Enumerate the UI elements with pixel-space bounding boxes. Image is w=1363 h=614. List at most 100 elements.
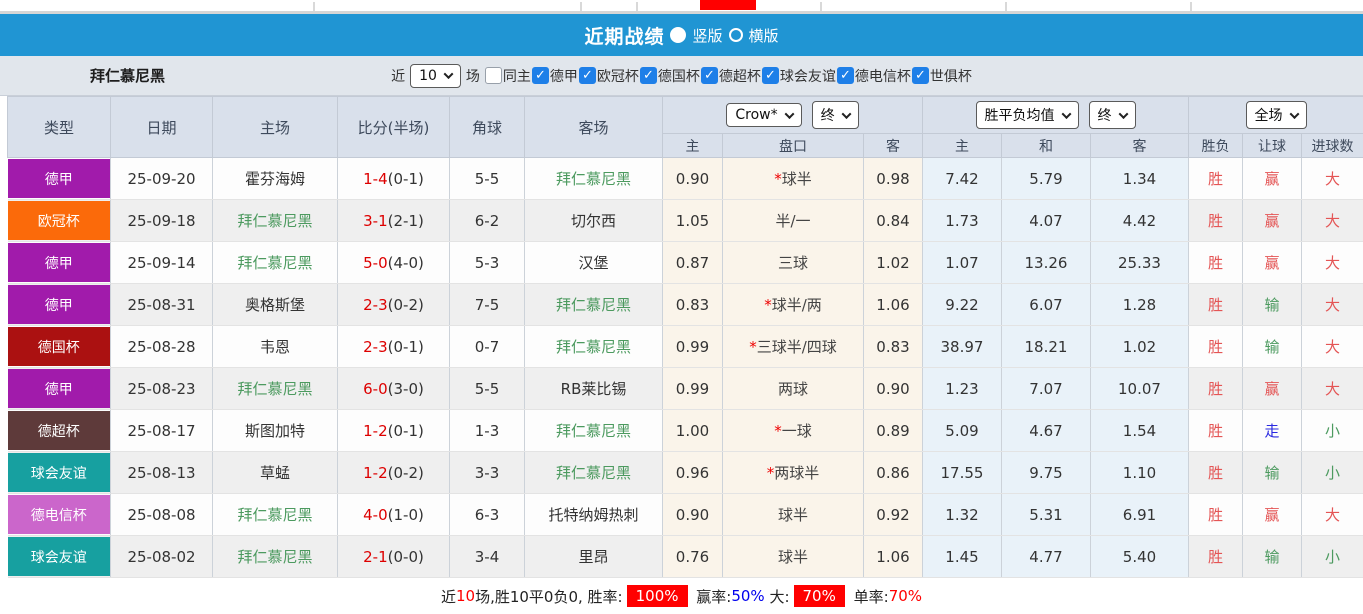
draw-odds: 5.79 bbox=[1002, 158, 1091, 200]
away-team[interactable]: RB莱比锡 bbox=[525, 368, 663, 410]
handicap-away-odds: 0.90 bbox=[864, 368, 923, 410]
checkbox[interactable] bbox=[912, 67, 929, 84]
score-cell: 5-0(4-0) bbox=[338, 242, 450, 284]
home-team[interactable]: 韦恩 bbox=[213, 326, 338, 368]
league-badge[interactable]: 球会友谊 bbox=[8, 537, 111, 576]
league-filter-item: 世俱杯 bbox=[912, 66, 972, 86]
halftime-score: (0-1) bbox=[388, 338, 424, 356]
odds-period-select[interactable]: 终 bbox=[812, 101, 859, 129]
europe-period-select[interactable]: 终 bbox=[1089, 101, 1136, 129]
home-team[interactable]: 霍芬海姆 bbox=[213, 158, 338, 200]
result-handicap: 输 bbox=[1243, 326, 1302, 368]
active-tab-indicator[interactable] bbox=[700, 0, 756, 10]
scope-select[interactable]: 全场 bbox=[1246, 101, 1307, 129]
handicap-home-odds: 0.96 bbox=[663, 452, 723, 494]
handicap-text: 两球半 bbox=[774, 464, 819, 482]
handicap-line: *一球 bbox=[723, 410, 864, 452]
radio-label: 横版 bbox=[749, 25, 779, 46]
league-filter-list: 同主 德甲 欧冠杯 德国杯 德超杯 球会友谊 德电信杯 世俱杯 bbox=[485, 66, 972, 86]
checkbox[interactable] bbox=[701, 67, 718, 84]
results-table-wrap: 类型 日期 主场 比分(半场) 角球 客场 Crow* 终 胜平负均值 终 全场 bbox=[0, 96, 1363, 578]
result-winlose: 胜 bbox=[1189, 158, 1243, 200]
match-row: 德电信杯 25-08-08 拜仁慕尼黑 4-0(1-0) 6-3 托特纳姆热刺 … bbox=[8, 494, 1363, 536]
handicap-line: 半/一 bbox=[723, 200, 864, 242]
away-team[interactable]: 切尔西 bbox=[525, 200, 663, 242]
handicap-line: 两球 bbox=[723, 368, 864, 410]
match-date: 25-08-08 bbox=[111, 494, 213, 536]
home-team[interactable]: 拜仁慕尼黑 bbox=[213, 536, 338, 578]
tab-separator bbox=[1190, 2, 1192, 11]
column-subheader: 主 bbox=[663, 134, 723, 158]
result-handicap: 赢 bbox=[1243, 200, 1302, 242]
result-goals: 小 bbox=[1302, 410, 1363, 452]
league-badge[interactable]: 球会友谊 bbox=[8, 453, 111, 492]
home-team[interactable]: 拜仁慕尼黑 bbox=[213, 494, 338, 536]
result-handicap: 走 bbox=[1243, 410, 1302, 452]
away-team[interactable]: 拜仁慕尼黑 bbox=[525, 158, 663, 200]
away-team[interactable]: 拜仁慕尼黑 bbox=[525, 452, 663, 494]
match-count-select[interactable]: 10 bbox=[410, 64, 461, 88]
layout-option-vertical[interactable]: 竖版 bbox=[670, 25, 722, 46]
europe-odds-select[interactable]: 胜平负均值 bbox=[976, 101, 1079, 129]
layout-option-horizontal[interactable]: 横版 bbox=[729, 25, 779, 46]
col-header-score: 比分(半场) bbox=[338, 97, 450, 158]
away-team[interactable]: 拜仁慕尼黑 bbox=[525, 410, 663, 452]
league-badge[interactable]: 德甲 bbox=[8, 243, 111, 282]
result-winlose: 胜 bbox=[1189, 284, 1243, 326]
home-team[interactable]: 草蜢 bbox=[213, 452, 338, 494]
col-header-home: 主场 bbox=[213, 97, 338, 158]
handicap-text: 三球半/四球 bbox=[757, 338, 837, 356]
home-team[interactable]: 拜仁慕尼黑 bbox=[213, 368, 338, 410]
filter-bar: 拜仁慕尼黑 近 10 场 同主 德甲 欧冠杯 德国杯 德超杯 球会友谊 德电信杯… bbox=[0, 56, 1363, 96]
checkbox[interactable] bbox=[579, 67, 596, 84]
league-badge[interactable]: 德超杯 bbox=[8, 411, 111, 450]
fulltime-score: 2-3 bbox=[363, 296, 388, 314]
corner-count: 5-5 bbox=[450, 158, 525, 200]
handicap-home-odds: 0.87 bbox=[663, 242, 723, 284]
europe-odds-value: 胜平负均值 bbox=[985, 105, 1055, 125]
star-marker: * bbox=[749, 338, 757, 356]
handicap-home-odds: 0.99 bbox=[663, 368, 723, 410]
home-team[interactable]: 斯图加特 bbox=[213, 410, 338, 452]
away-team[interactable]: 托特纳姆热刺 bbox=[525, 494, 663, 536]
lose-odds: 6.91 bbox=[1091, 494, 1189, 536]
games-label: 场 bbox=[466, 66, 480, 86]
top-tab-strip bbox=[0, 0, 1363, 14]
result-winlose: 胜 bbox=[1189, 200, 1243, 242]
handicap-away-odds: 0.92 bbox=[864, 494, 923, 536]
radio-icon bbox=[670, 27, 686, 43]
league-badge[interactable]: 德国杯 bbox=[8, 327, 111, 366]
summary-segment: 70% bbox=[889, 587, 922, 605]
checkbox[interactable] bbox=[837, 67, 854, 84]
home-team[interactable]: 拜仁慕尼黑 bbox=[213, 242, 338, 284]
checkbox[interactable] bbox=[532, 67, 549, 84]
away-team[interactable]: 里昂 bbox=[525, 536, 663, 578]
away-team[interactable]: 拜仁慕尼黑 bbox=[525, 326, 663, 368]
league-badge[interactable]: 欧冠杯 bbox=[8, 201, 111, 240]
match-date: 25-08-17 bbox=[111, 410, 213, 452]
checkbox[interactable] bbox=[640, 67, 657, 84]
league-type-cell: 德甲 bbox=[8, 242, 111, 284]
corner-count: 0-7 bbox=[450, 326, 525, 368]
league-badge[interactable]: 德甲 bbox=[8, 285, 111, 324]
home-team[interactable]: 拜仁慕尼黑 bbox=[213, 200, 338, 242]
home-team[interactable]: 奥格斯堡 bbox=[213, 284, 338, 326]
result-goals: 大 bbox=[1302, 368, 1363, 410]
handicap-text: 两球 bbox=[778, 380, 808, 398]
match-date: 25-08-28 bbox=[111, 326, 213, 368]
result-goals: 大 bbox=[1302, 242, 1363, 284]
odds-company-select[interactable]: Crow* bbox=[726, 103, 801, 127]
column-subheader: 让球 bbox=[1243, 134, 1302, 158]
match-date: 25-09-18 bbox=[111, 200, 213, 242]
away-team[interactable]: 拜仁慕尼黑 bbox=[525, 284, 663, 326]
away-team[interactable]: 汉堡 bbox=[525, 242, 663, 284]
lose-odds: 1.28 bbox=[1091, 284, 1189, 326]
league-badge[interactable]: 德甲 bbox=[8, 159, 111, 198]
handicap-line: *球半 bbox=[723, 158, 864, 200]
checkbox-label: 德超杯 bbox=[719, 66, 761, 86]
league-badge[interactable]: 德甲 bbox=[8, 369, 111, 408]
checkbox[interactable] bbox=[485, 67, 502, 84]
league-badge[interactable]: 德电信杯 bbox=[8, 495, 111, 534]
column-subheader: 主 bbox=[923, 134, 1002, 158]
checkbox[interactable] bbox=[762, 67, 779, 84]
